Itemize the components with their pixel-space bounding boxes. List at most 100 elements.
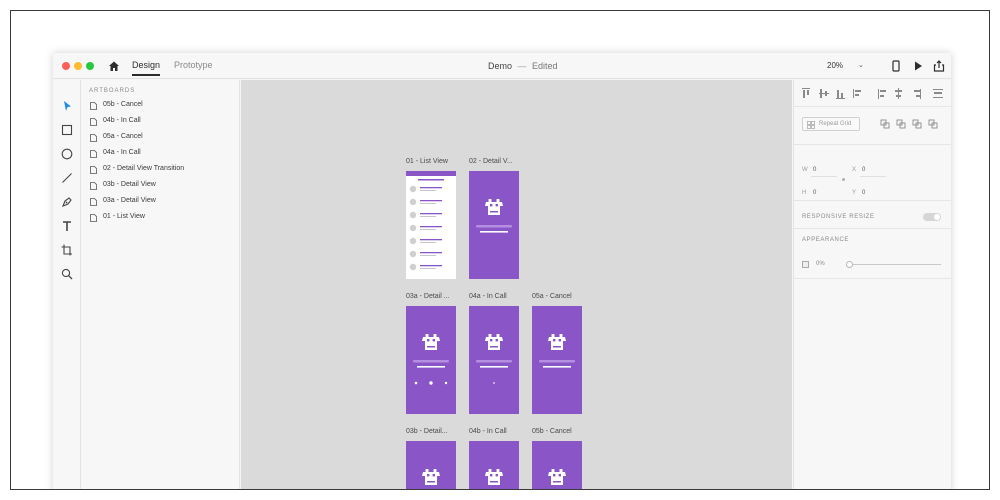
appearance-section: APPEARANCE 0% [794,229,951,279]
chevron-down-icon[interactable]: ⌄ [858,61,864,69]
ellipse-icon[interactable] [60,147,74,161]
document-title: Demo — Edited [488,61,558,71]
cow-face-icon [422,334,440,350]
repeat-grid-icon [807,121,815,129]
title-bar: Design Prototype Demo — Edited 20% ⌄ [53,53,951,79]
artboard-icon [90,118,97,126]
tools-panel [53,80,81,489]
responsive-resize-title: RESPONSIVE RESIZE [802,214,875,220]
cow-face-icon [485,469,503,485]
artboard[interactable] [406,441,456,489]
home-icon[interactable] [108,60,120,72]
artboard-list-label: 04a - In Call [103,149,141,156]
document-name: Demo [488,61,513,71]
x-field-underline [860,176,886,177]
opacity-slider-track[interactable] [849,264,941,265]
artboard-icon [90,150,97,158]
artboard-list-item[interactable]: 04b - In Call [90,117,235,129]
width-field[interactable]: 0 [813,167,816,173]
tab-prototype[interactable]: Prototype [174,60,213,70]
artboard[interactable] [469,171,519,279]
artboard-list-label: 03b - Detail View [103,181,156,188]
artboard-list-label: 05b - Cancel [103,101,143,108]
artboard-icon [90,198,97,206]
artboard[interactable] [469,306,519,414]
artboard-title[interactable]: 05b - Cancel [532,428,572,435]
text-icon[interactable] [60,219,74,233]
device-preview-icon[interactable] [889,59,903,73]
artboard-title[interactable]: 01 - List View [406,158,448,165]
artboard-list-item[interactable]: 04a - In Call [90,149,235,161]
select-icon[interactable] [60,99,74,113]
lock-aspect-icon[interactable] [842,178,845,181]
zoom-level[interactable]: 20% [827,61,843,70]
height-field[interactable]: 0 [813,190,816,196]
artboard-list-label: 01 - List View [103,213,145,220]
line-icon[interactable] [60,171,74,185]
artboard-list-item[interactable]: 03a - Detail View [90,197,235,209]
rectangle-icon[interactable] [60,123,74,137]
artboard[interactable] [469,441,519,489]
height-label: H [802,190,807,196]
transform-section: W 0 H 0 X 0 Y 0 [794,145,951,201]
property-inspector: Repeat Grid W 0 H 0 X 0 Y 0 RESPONSIVE R… [793,80,951,489]
align-icons[interactable] [802,88,944,100]
y-field[interactable]: 0 [862,190,865,196]
artboard-list-item[interactable]: 05a - Cancel [90,133,235,145]
responsive-resize-section: RESPONSIVE RESIZE [794,201,951,229]
cow-face-icon [485,199,503,215]
artboard-title[interactable]: 04b - In Call [469,428,507,435]
call-controls [414,381,448,385]
artboard-list-label: 05a - Cancel [103,133,143,140]
artboard[interactable] [406,171,456,279]
artboard-title[interactable]: 04a - In Call [469,293,507,300]
artboard[interactable] [532,441,582,489]
artboard-icon[interactable] [60,243,74,257]
boolean-ops-icons[interactable] [880,119,942,129]
artboard[interactable] [532,306,582,414]
repeat-grid-label: Repeat Grid [819,121,852,127]
x-field[interactable]: 0 [862,167,865,173]
cow-face-icon [485,334,503,350]
artboard-list-item[interactable]: 03b - Detail View [90,181,235,193]
zoom-icon[interactable] [60,267,74,281]
artboard-icon [90,102,97,110]
document-status: Edited [532,61,558,71]
artboard-title[interactable]: 03b - Detail... [406,428,448,435]
close-window-button[interactable] [62,62,70,70]
play-icon[interactable] [911,59,925,73]
title-separator: — [517,61,527,71]
screenshot-frame: Design Prototype Demo — Edited 20% ⌄ ART… [10,10,990,490]
maximize-window-button[interactable] [86,62,94,70]
design-canvas[interactable]: 01 - List View 02 - Detail V... 03a - Deta… [241,80,792,489]
artboard-icon [90,182,97,190]
app-window: Design Prototype Demo — Edited 20% ⌄ ART… [53,53,951,489]
pen-icon[interactable] [60,195,74,209]
opacity-field[interactable]: 0% [816,261,825,267]
width-label: W [802,167,808,173]
artboard-list-item[interactable]: 02 - Detail View Transition [90,165,235,177]
artboard-list-item[interactable]: 05b - Cancel [90,101,235,113]
artboard-list-label: 02 - Detail View Transition [103,165,185,172]
align-section [794,80,951,107]
tab-design[interactable]: Design [132,60,161,76]
artboard-title[interactable]: 03a - Detail ... [406,293,450,300]
artboard[interactable] [406,306,456,414]
opacity-slider-knob[interactable] [846,261,853,268]
layers-heading: ARTBOARDS [89,88,136,94]
artboard-icon [90,134,97,142]
repeat-grid-button[interactable]: Repeat Grid [802,117,860,131]
responsive-resize-toggle[interactable] [923,213,941,221]
layers-panel: ARTBOARDS 05b - Cancel 04b - In Call 05a -… [82,80,240,489]
artboard-list-label: 04b - In Call [103,117,141,124]
cow-face-icon [548,469,566,485]
appearance-title: APPEARANCE [802,237,850,243]
artboard-list-label: 03a - Detail View [103,197,156,204]
share-icon[interactable] [932,59,946,73]
artboard-icon [90,214,97,222]
artboard-icon [90,166,97,174]
minimize-window-button[interactable] [74,62,82,70]
artboard-list-item[interactable]: 01 - List View [90,213,235,225]
artboard-title[interactable]: 05a - Cancel [532,293,572,300]
artboard-title[interactable]: 02 - Detail V... [469,158,513,165]
